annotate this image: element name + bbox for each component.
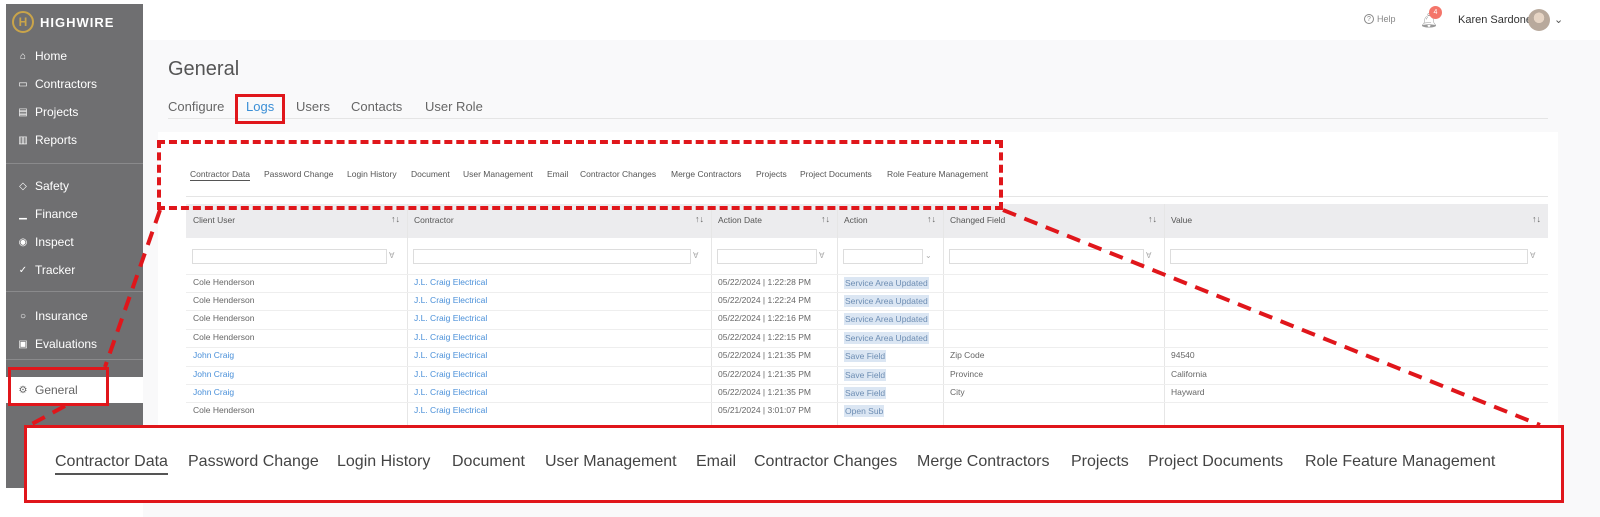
zoomed-subtab-projects: Projects bbox=[1071, 453, 1129, 470]
zoomed-subtab-contractor-data: Contractor Data bbox=[55, 453, 168, 475]
zoomed-subtab-email: Email bbox=[696, 453, 737, 470]
zoomed-subtab-contractor-changes: Contractor Changes bbox=[754, 453, 898, 470]
zoomed-subtab-user-management: User Management bbox=[545, 453, 677, 470]
zoomed-subtab-login-history: Login History bbox=[337, 453, 431, 470]
leader-line-right bbox=[1002, 208, 1541, 427]
zoomed-subtab-role-feature-management: Role Feature Management bbox=[1305, 453, 1496, 470]
zoomed-subtab-document: Document bbox=[452, 453, 525, 470]
leader-line-left bbox=[103, 209, 162, 368]
zoomed-subtab-password-change: Password Change bbox=[188, 453, 319, 470]
leader-line-bottom-left bbox=[29, 404, 66, 427]
zoomed-subtab-merge-contractors: Merge Contractors bbox=[917, 453, 1050, 470]
zoomed-subtab-project-documents: Project Documents bbox=[1148, 453, 1284, 470]
